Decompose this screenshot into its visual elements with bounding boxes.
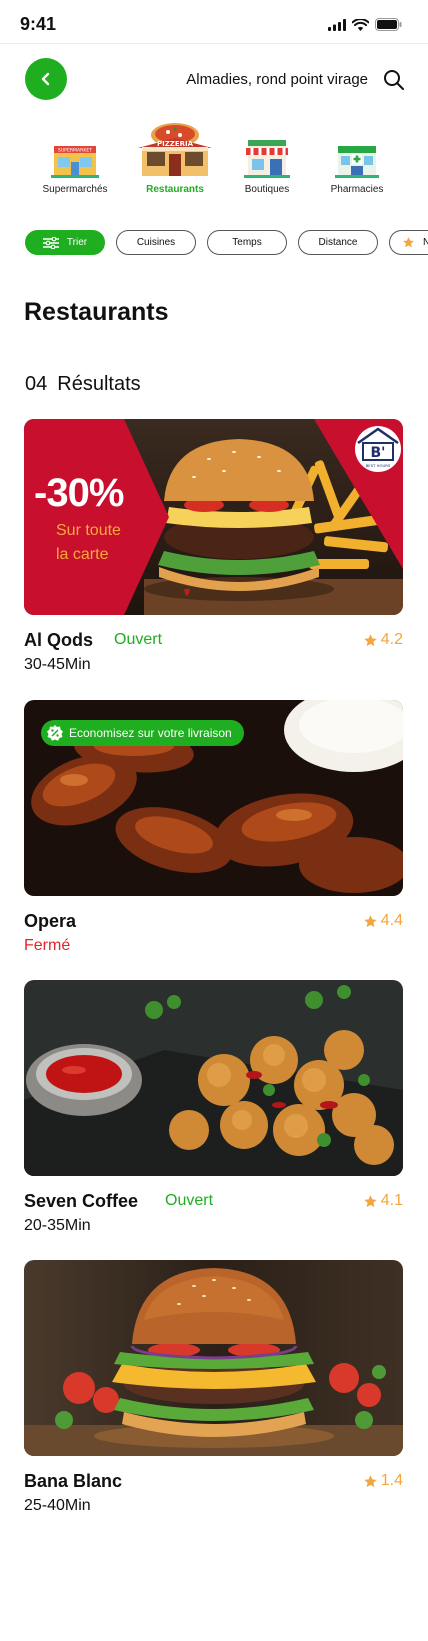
signal-icon bbox=[328, 18, 346, 31]
category-supermarches[interactable]: SUPERMARKET Supermarchés bbox=[30, 122, 120, 195]
chip-label: Trier bbox=[66, 237, 88, 248]
sort-button[interactable]: Trier bbox=[25, 230, 105, 255]
status-open: Ouvert bbox=[114, 631, 163, 648]
chevron-left-icon bbox=[41, 72, 50, 86]
pizzeria-sign: PIZZERIA bbox=[157, 140, 194, 148]
restaurant-name: Opera bbox=[24, 911, 77, 931]
battery-icon bbox=[375, 18, 402, 31]
restaurant-name: Bana Blanc bbox=[24, 1471, 123, 1491]
filter-rating[interactable]: N bbox=[389, 230, 428, 255]
discount-badge-icon bbox=[47, 725, 63, 741]
restaurant-image: B' BEST HOURS -30% Sur toute la carte bbox=[24, 419, 403, 615]
header: Almadies, rond point virage bbox=[0, 58, 428, 102]
restaurant-image bbox=[24, 1260, 403, 1456]
rating-value: 4.2 bbox=[380, 631, 403, 648]
back-button[interactable] bbox=[25, 58, 67, 100]
badge-text: Economisez sur votre livraison bbox=[69, 726, 232, 740]
star-icon bbox=[364, 1194, 377, 1207]
promo-discount: -30% bbox=[34, 471, 124, 515]
status-open: Ouvert bbox=[165, 1192, 214, 1209]
delivery-time: 25-40Min bbox=[24, 1497, 91, 1514]
delivery-time: 30-45Min bbox=[24, 656, 91, 673]
rating: 4.2 bbox=[363, 631, 403, 649]
rating: 1.4 bbox=[363, 1472, 403, 1490]
sliders-icon bbox=[42, 236, 59, 249]
restaurant-card-opera[interactable]: Economisez sur votre livraison Opera Fer… bbox=[24, 700, 403, 960]
filter-chips: Trier Cuisines Temps Distance N bbox=[0, 230, 428, 256]
status-time: 9:41 bbox=[20, 14, 57, 34]
restaurant-image: Economisez sur votre livraison bbox=[24, 700, 403, 896]
restaurant-logo-caption: BEST HOURS bbox=[366, 463, 391, 468]
delivery-time: 20-35Min bbox=[24, 1217, 91, 1234]
promo-line-2: la carte bbox=[56, 546, 109, 563]
restaurant-name: Seven Coffee bbox=[24, 1191, 139, 1211]
filter-temps[interactable]: Temps bbox=[207, 230, 287, 255]
results-count: 04 Résultats bbox=[25, 373, 141, 396]
star-icon bbox=[364, 1474, 377, 1487]
wifi-icon bbox=[352, 18, 369, 31]
rating-value: 4.1 bbox=[380, 1192, 403, 1209]
results-number: 04 bbox=[25, 373, 48, 395]
chip-label: N bbox=[423, 237, 428, 248]
pharmacy-icon bbox=[312, 122, 402, 178]
rating-value: 4.4 bbox=[380, 912, 403, 929]
delivery-savings-badge: Economisez sur votre livraison bbox=[41, 720, 244, 746]
restaurant-image bbox=[24, 980, 403, 1176]
rating-value: 1.4 bbox=[380, 1472, 403, 1489]
restaurant-logo-mark: B' bbox=[371, 445, 386, 461]
chip-label: Distance bbox=[318, 237, 358, 248]
rating: 4.4 bbox=[363, 912, 403, 930]
status-bar: 9:41 bbox=[0, 0, 428, 44]
category-boutiques[interactable]: Boutiques bbox=[222, 122, 312, 195]
category-label: Supermarchés bbox=[42, 184, 108, 195]
search-icon[interactable] bbox=[382, 68, 406, 92]
filter-distance[interactable]: Distance bbox=[298, 230, 378, 255]
category-bar: SUPERMARKET Supermarchés PIZZERIA Restau… bbox=[0, 122, 428, 202]
category-label: Restaurants bbox=[146, 184, 204, 195]
page-title: Restaurants bbox=[24, 298, 169, 326]
restaurant-card-bana-blanc[interactable]: Bana Blanc 25-40Min 1.4 bbox=[24, 1260, 403, 1520]
chip-label: Temps bbox=[232, 237, 262, 248]
category-label: Pharmacies bbox=[330, 184, 384, 195]
filter-cuisines[interactable]: Cuisines bbox=[116, 230, 196, 255]
results-label: Résultats bbox=[57, 373, 141, 395]
supermarket-sign: SUPERMARKET bbox=[58, 148, 92, 154]
star-icon bbox=[364, 633, 377, 646]
restaurant-icon: PIZZERIA bbox=[130, 122, 220, 178]
promo-subtitle: Sur toute la carte bbox=[56, 519, 166, 567]
status-icons bbox=[328, 18, 402, 31]
status-closed: Fermé bbox=[24, 937, 71, 954]
category-restaurants[interactable]: PIZZERIA Restaurants bbox=[130, 122, 220, 195]
restaurant-name: Al Qods bbox=[24, 630, 94, 650]
category-label: Boutiques bbox=[244, 184, 290, 195]
star-icon bbox=[364, 914, 377, 927]
promo-line-1: Sur toute bbox=[56, 522, 121, 539]
restaurant-card-seven-coffee[interactable]: Seven Coffee Ouvert 20-35Min 4.1 bbox=[24, 980, 403, 1240]
rating: 4.1 bbox=[363, 1192, 403, 1210]
location-label[interactable]: Almadies, rond point virage bbox=[186, 71, 368, 88]
restaurant-card-al-qods[interactable]: B' BEST HOURS -30% Sur toute la carte Al… bbox=[24, 419, 403, 679]
category-pharmacies[interactable]: Pharmacies bbox=[312, 122, 402, 195]
supermarket-icon: SUPERMARKET bbox=[30, 122, 120, 178]
chip-label: Cuisines bbox=[136, 237, 176, 248]
star-icon bbox=[403, 237, 414, 248]
boutique-icon bbox=[222, 122, 312, 178]
